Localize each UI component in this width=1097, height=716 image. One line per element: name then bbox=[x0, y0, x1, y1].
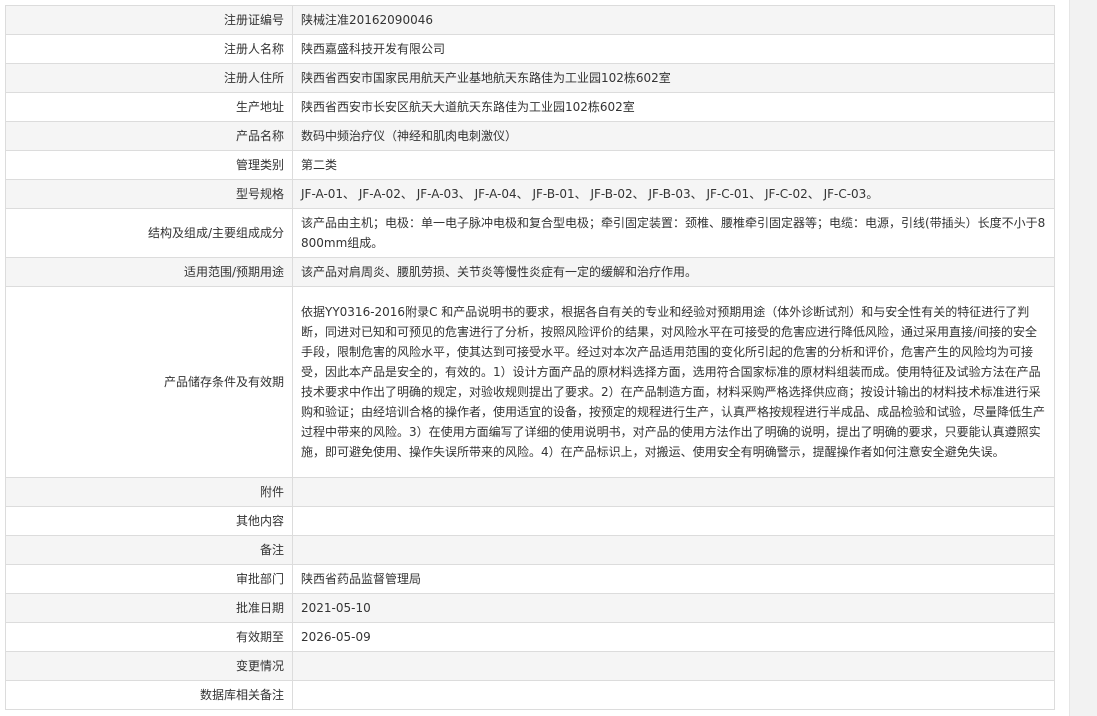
field-value bbox=[292, 651, 1055, 681]
field-label: 注册人名称 bbox=[5, 34, 293, 64]
field-value: 该产品对肩周炎、腰肌劳损、关节炎等慢性炎症有一定的缓解和治疗作用。 bbox=[292, 257, 1055, 287]
field-value: 数码中频治疗仪（神经和肌肉电刺激仪） bbox=[292, 121, 1055, 151]
row-attachment: 附件 bbox=[5, 477, 1055, 507]
field-value bbox=[292, 477, 1055, 507]
field-label: 结构及组成/主要组成成分 bbox=[5, 208, 293, 258]
row-storage-validity: 产品储存条件及有效期 依据YY0316-2016附录C 和产品说明书的要求，根据… bbox=[5, 286, 1055, 478]
detail-page: 注册证编号 陕械注准20162090046 注册人名称 陕西嘉盛科技开发有限公司… bbox=[0, 0, 1097, 716]
field-label: 注册证编号 bbox=[5, 5, 293, 35]
field-value: 依据YY0316-2016附录C 和产品说明书的要求，根据各自有关的专业和经验对… bbox=[292, 286, 1055, 478]
row-approval-date: 批准日期 2021-05-10 bbox=[5, 593, 1055, 623]
field-value: JF-A-01、 JF-A-02、 JF-A-03、 JF-A-04、 JF-B… bbox=[292, 179, 1055, 209]
row-production-address: 生产地址 陕西省西安市长安区航天大道航天东路佳为工业园102栋602室 bbox=[5, 92, 1055, 122]
row-change-status: 变更情况 bbox=[5, 651, 1055, 681]
row-remarks: 备注 bbox=[5, 535, 1055, 565]
field-label: 其他内容 bbox=[5, 506, 293, 536]
field-label: 数据库相关备注 bbox=[5, 680, 293, 710]
field-value: 陕西省药品监督管理局 bbox=[292, 564, 1055, 594]
row-approval-department: 审批部门 陕西省药品监督管理局 bbox=[5, 564, 1055, 594]
row-product-name: 产品名称 数码中频治疗仪（神经和肌肉电刺激仪） bbox=[5, 121, 1055, 151]
row-database-remarks: 数据库相关备注 bbox=[5, 680, 1055, 710]
field-label: 注册人住所 bbox=[5, 63, 293, 93]
row-model-spec: 型号规格 JF-A-01、 JF-A-02、 JF-A-03、 JF-A-04、… bbox=[5, 179, 1055, 209]
field-value: 2021-05-10 bbox=[292, 593, 1055, 623]
row-management-category: 管理类别 第二类 bbox=[5, 150, 1055, 180]
field-label: 附件 bbox=[5, 477, 293, 507]
field-label: 有效期至 bbox=[5, 622, 293, 652]
row-valid-until: 有效期至 2026-05-09 bbox=[5, 622, 1055, 652]
field-label: 变更情况 bbox=[5, 651, 293, 681]
field-value: 该产品由主机；电极：单一电子脉冲电极和复合型电极；牵引固定装置：颈椎、腰椎牵引固… bbox=[292, 208, 1055, 258]
field-value: 陕西省西安市国家民用航天产业基地航天东路佳为工业园102栋602室 bbox=[292, 63, 1055, 93]
field-value bbox=[292, 680, 1055, 710]
field-label: 产品储存条件及有效期 bbox=[5, 286, 293, 478]
field-value: 第二类 bbox=[292, 150, 1055, 180]
field-value: 2026-05-09 bbox=[292, 622, 1055, 652]
field-value bbox=[292, 535, 1055, 565]
field-label: 批准日期 bbox=[5, 593, 293, 623]
field-label: 管理类别 bbox=[5, 150, 293, 180]
vertical-scrollbar[interactable] bbox=[1069, 0, 1097, 716]
row-registrant-name: 注册人名称 陕西嘉盛科技开发有限公司 bbox=[5, 34, 1055, 64]
row-intended-use: 适用范围/预期用途 该产品对肩周炎、腰肌劳损、关节炎等慢性炎症有一定的缓解和治疗… bbox=[5, 257, 1055, 287]
field-value: 陕械注准20162090046 bbox=[292, 5, 1055, 35]
field-value: 陕西嘉盛科技开发有限公司 bbox=[292, 34, 1055, 64]
field-label: 型号规格 bbox=[5, 179, 293, 209]
row-other-content: 其他内容 bbox=[5, 506, 1055, 536]
row-registrant-address: 注册人住所 陕西省西安市国家民用航天产业基地航天东路佳为工业园102栋602室 bbox=[5, 63, 1055, 93]
field-label: 适用范围/预期用途 bbox=[5, 257, 293, 287]
field-label: 产品名称 bbox=[5, 121, 293, 151]
field-value: 陕西省西安市长安区航天大道航天东路佳为工业园102栋602室 bbox=[292, 92, 1055, 122]
field-label: 备注 bbox=[5, 535, 293, 565]
field-label: 生产地址 bbox=[5, 92, 293, 122]
field-label: 审批部门 bbox=[5, 564, 293, 594]
row-registration-number: 注册证编号 陕械注准20162090046 bbox=[5, 5, 1055, 35]
field-value bbox=[292, 506, 1055, 536]
registration-detail-table: 注册证编号 陕械注准20162090046 注册人名称 陕西嘉盛科技开发有限公司… bbox=[5, 5, 1055, 710]
row-structure-composition: 结构及组成/主要组成成分 该产品由主机；电极：单一电子脉冲电极和复合型电极；牵引… bbox=[5, 208, 1055, 258]
